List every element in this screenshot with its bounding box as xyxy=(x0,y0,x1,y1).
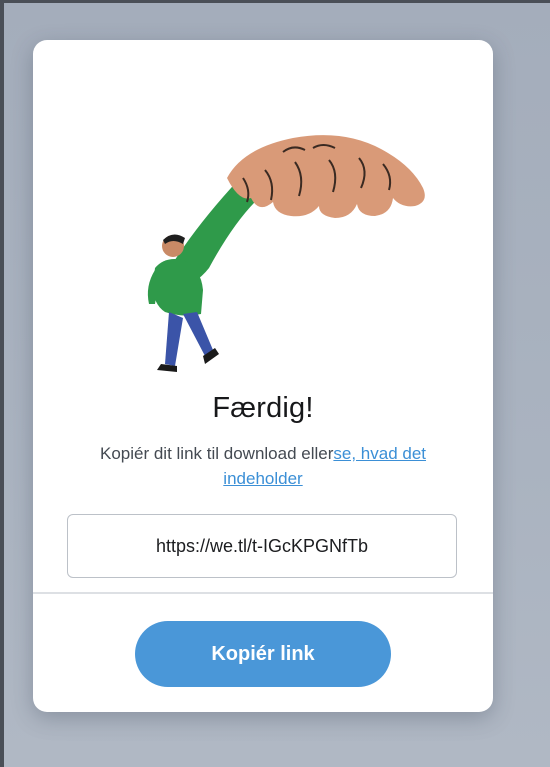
divider xyxy=(33,592,493,594)
copy-link-button[interactable]: Kopiér link xyxy=(135,621,391,687)
dialog-title: Færdig! xyxy=(212,392,314,424)
dialog-subtitle: Kopiér dit link til download ellerse, hv… xyxy=(73,441,453,491)
person-carried-by-giant-hand-illustration xyxy=(147,135,425,372)
transfer-complete-dialog: Færdig! Kopiér dit link til download ell… xyxy=(33,40,493,712)
subtitle-text: Kopiér dit link til download eller xyxy=(99,444,334,463)
download-link-field[interactable] xyxy=(67,514,457,578)
